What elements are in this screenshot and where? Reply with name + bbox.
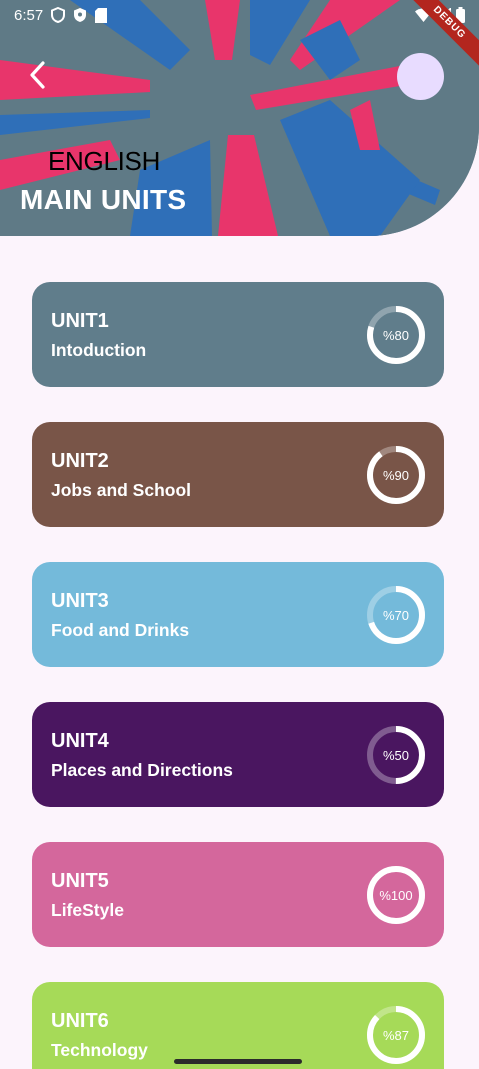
subject-label: ENGLISH: [48, 146, 161, 176]
unit-card-3[interactable]: UNIT3 Food and Drinks %70: [32, 562, 444, 667]
progress-ring: %87: [366, 1005, 426, 1065]
status-bar: 6:57: [0, 0, 479, 30]
unit-subtitle: Places and Directions: [51, 760, 233, 780]
unit-title: UNIT3: [51, 590, 109, 612]
unit-card-5[interactable]: UNIT5 LifeStyle %100: [32, 842, 444, 947]
unit-subtitle: LifeStyle: [51, 900, 124, 920]
header-banner: 6:57 ENGLISH MAIN UNITS: [0, 0, 479, 236]
unit-title: UNIT1: [51, 310, 109, 332]
unit-subtitle: Food and Drinks: [51, 620, 190, 640]
progress-label: %80: [382, 327, 410, 343]
page-title: MAIN UNITS: [20, 184, 187, 215]
progress-label: %90: [382, 467, 410, 483]
progress-ring: %90: [366, 445, 426, 505]
avatar[interactable]: [397, 53, 444, 100]
unit-title: UNIT4: [51, 730, 109, 752]
progress-label: %50: [382, 747, 410, 763]
chevron-left-icon: [30, 61, 45, 89]
home-indicator[interactable]: [174, 1059, 302, 1064]
progress-label: %70: [382, 607, 410, 623]
unit-card-1[interactable]: UNIT1 Intoduction %80: [32, 282, 444, 387]
progress-ring: %70: [366, 585, 426, 645]
sim-card-icon: [95, 7, 108, 23]
back-button[interactable]: [20, 58, 54, 92]
progress-label: %87: [382, 1027, 410, 1043]
unit-card-4[interactable]: UNIT4 Places and Directions %50: [32, 702, 444, 807]
shield-filled-icon: [74, 8, 87, 22]
unit-title: UNIT6: [51, 1010, 109, 1032]
progress-ring: %50: [366, 725, 426, 785]
unit-subtitle: Jobs and School: [51, 480, 192, 500]
unit-list: UNIT1 Intoduction %80 UNIT2 Jobs and Sch…: [32, 282, 444, 1069]
unit-card-2[interactable]: UNIT2 Jobs and School %90: [32, 422, 444, 527]
unit-title: UNIT5: [51, 870, 109, 892]
unit-title: UNIT2: [51, 450, 109, 472]
unit-subtitle: Intoduction: [51, 340, 147, 360]
unit-card-6[interactable]: UNIT6 Technology %87: [32, 982, 444, 1069]
progress-ring: %100: [366, 865, 426, 925]
shield-outline-icon: [51, 7, 66, 23]
status-time: 6:57: [14, 6, 44, 24]
progress-ring: %80: [366, 305, 426, 365]
unit-subtitle: Technology: [51, 1040, 148, 1060]
progress-label: %100: [379, 887, 413, 903]
